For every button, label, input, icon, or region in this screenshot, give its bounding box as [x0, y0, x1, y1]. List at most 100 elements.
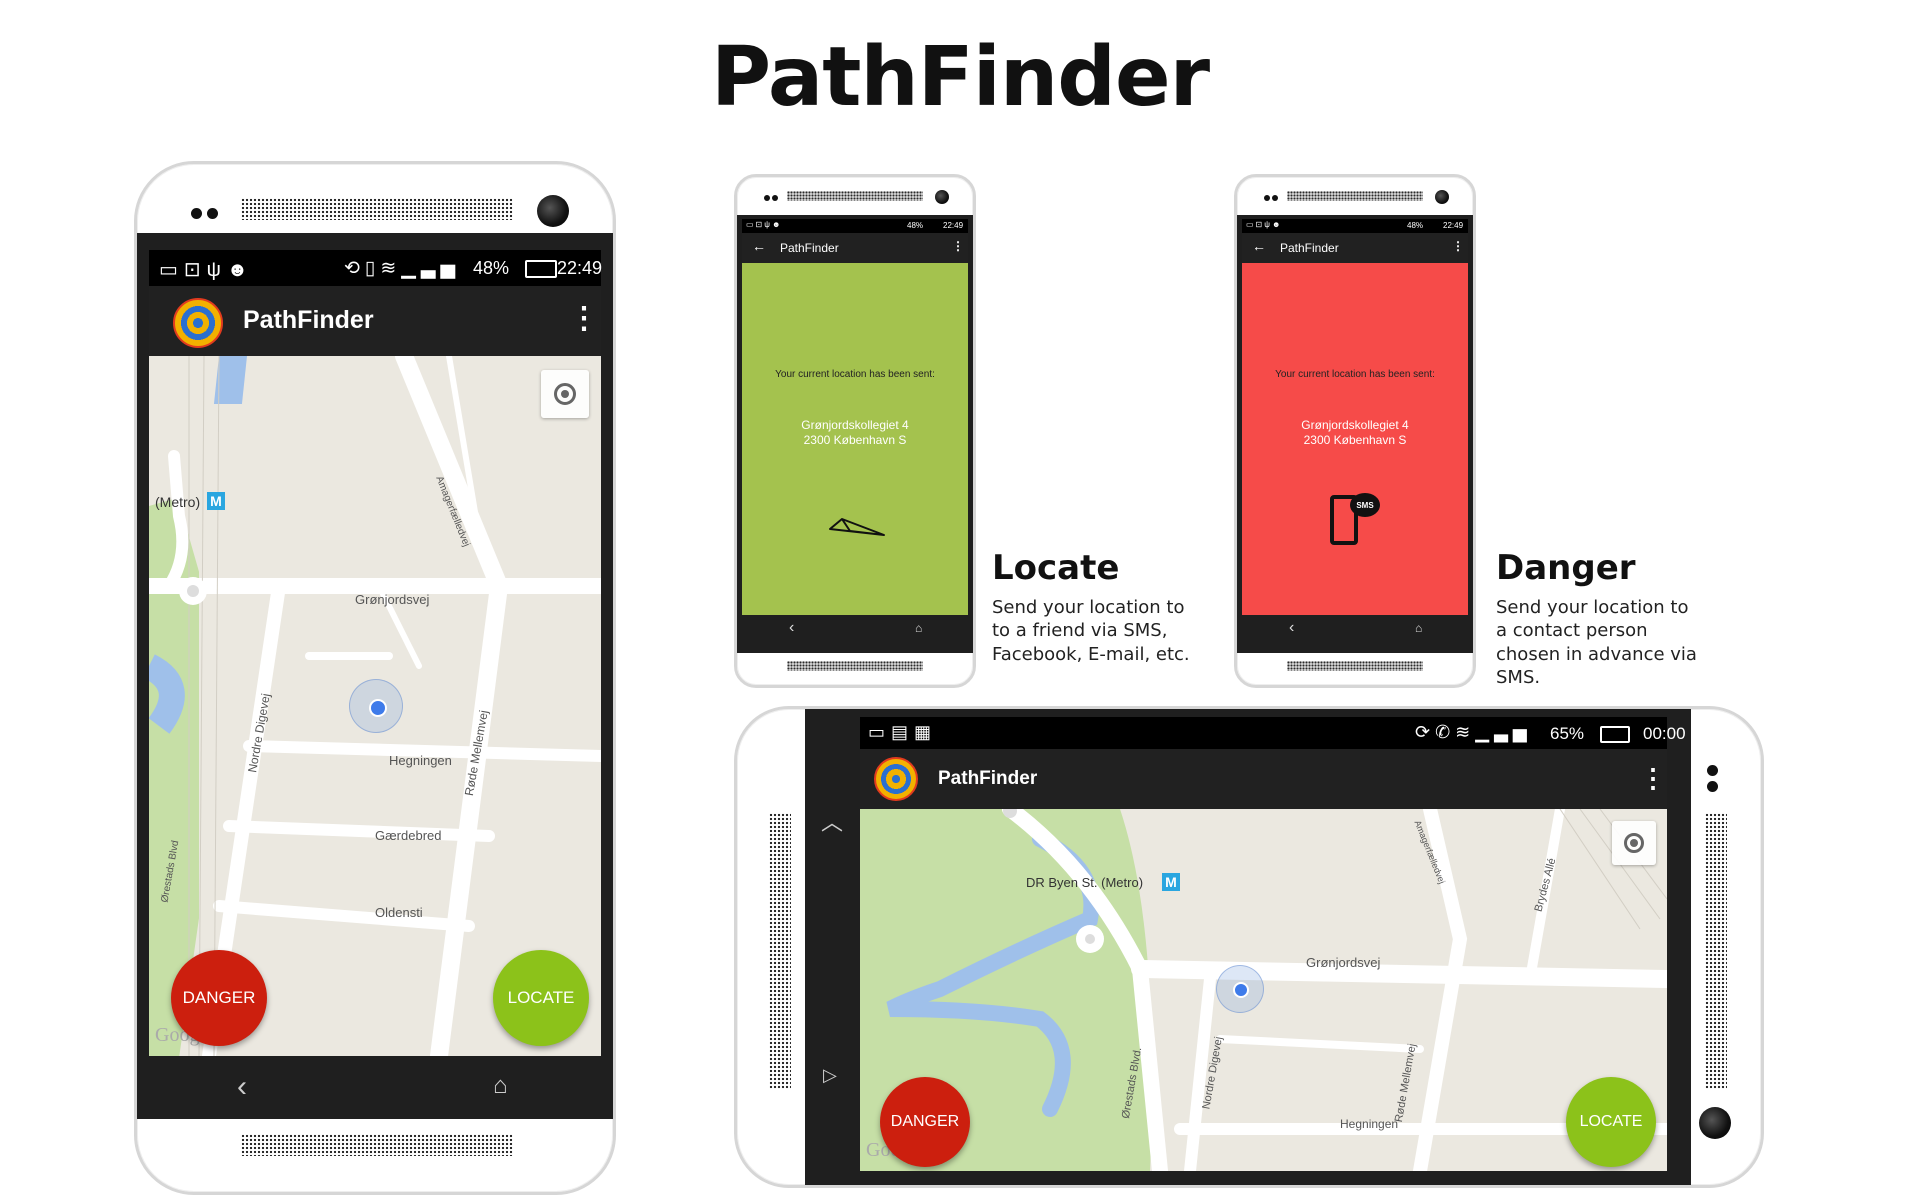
nav-bar: ‹ ⌂: [737, 615, 973, 645]
back-arrow-icon[interactable]: ←: [752, 238, 766, 254]
status-icons-left: ▭⊡ψ☻: [746, 220, 783, 229]
nav-bar: ‹ ⌂: [1237, 615, 1473, 645]
right-speaker-grille: [1705, 813, 1727, 1089]
battery-icon: [1600, 726, 1630, 743]
sensor-dots: [191, 208, 202, 219]
battery-percent: 65%: [1550, 724, 1585, 743]
danger-desc-line: SMS.: [1496, 667, 1541, 689]
current-location-marker: [1216, 965, 1264, 1013]
locate-button[interactable]: LOCATE: [1566, 1077, 1656, 1167]
map-label-hegningen: Hegningen: [1340, 1117, 1399, 1131]
status-icons-left: ▭⊡ψ☻: [1246, 220, 1283, 229]
map-label-gaerdebred: Gærdebred: [375, 828, 442, 843]
front-camera: [1699, 1107, 1731, 1139]
address-line-1: Grønjordskollegiet 4: [801, 418, 909, 432]
locate-description: Send your location to to a friend via SM…: [992, 596, 1190, 666]
app-bar: PathFinder ⋮: [860, 749, 1667, 809]
nav-tag-icon[interactable]: ▷: [823, 1065, 837, 1086]
status-icons-right: ⟳✆≋▁▃▅: [1415, 722, 1532, 742]
status-icons-right: ⟲▯≋▁▃▅: [344, 258, 461, 279]
sensor-dot: [772, 195, 778, 201]
back-icon[interactable]: ‹: [789, 619, 794, 637]
danger-screen: ▭⊡ψ☻ 48% 22:49 ← PathFinder ⋮ Your curre…: [1237, 215, 1473, 653]
status-time: 22:49: [557, 258, 603, 278]
current-location-marker: [349, 679, 403, 733]
my-location-button[interactable]: [1612, 821, 1656, 865]
overflow-menu-icon[interactable]: ⋮: [1452, 239, 1464, 253]
overflow-menu-icon[interactable]: ⋮: [1640, 763, 1666, 794]
app-title: PathFinder: [780, 241, 839, 255]
status-icons-left: ▭⊡ψ☻: [159, 259, 254, 281]
locate-content: Your current location has been sent: Grø…: [742, 263, 968, 615]
status-icons-left: ▭▤▦: [868, 722, 938, 742]
app-title: PathFinder: [1280, 241, 1339, 255]
locate-desc-line: Send your location to: [992, 597, 1185, 618]
bottom-speaker-grille: [1287, 661, 1423, 671]
battery-icon: [525, 260, 557, 278]
locate-title: Locate: [992, 548, 1120, 588]
home-icon[interactable]: ⌂: [493, 1072, 508, 1100]
sensor-dot: [1264, 195, 1270, 201]
danger-title: Danger: [1496, 548, 1636, 588]
address-line-1: Grønjordskollegiet 4: [1301, 418, 1409, 432]
address-line-2: 2300 København S: [1303, 433, 1407, 447]
map-label-gronjordsvej: Grønjordsvej: [355, 592, 430, 607]
danger-desc-line: Send your location to: [1496, 597, 1689, 618]
bottom-speaker-grille: [241, 1134, 513, 1156]
danger-content: Your current location has been sent: Grø…: [1242, 263, 1468, 615]
app-title: PathFinder: [243, 306, 374, 334]
app-bar: ← PathFinder ⋮: [1242, 233, 1468, 263]
metro-badge: M: [1162, 873, 1180, 891]
left-speaker-grille: [769, 813, 791, 1089]
app-bar: ← PathFinder ⋮: [742, 233, 968, 263]
status-bar: ▭▤▦ ⟳✆≋▁▃▅ 65% 00:00: [860, 717, 1686, 749]
home-icon[interactable]: ⌂: [1415, 621, 1422, 635]
sms-badge-label: SMS: [1356, 500, 1374, 510]
overflow-menu-icon[interactable]: ⋮: [569, 304, 599, 334]
status-time: 00:00: [1643, 724, 1686, 743]
danger-button-label: DANGER: [890, 1113, 960, 1130]
battery-percent: 48%: [907, 221, 924, 230]
locate-desc-line: Facebook, E-mail, etc.: [992, 643, 1190, 665]
back-arrow-icon[interactable]: ←: [1252, 238, 1266, 254]
front-camera: [1435, 190, 1449, 204]
map-label-hegningen: Hegningen: [389, 753, 452, 768]
map-view[interactable]: DR Byen St. (Metro) M Grønjordsvej Hegni…: [860, 809, 1667, 1171]
map-label-metro: (Metro): [155, 494, 201, 510]
main-screen: ▭⊡ψ☻ ⟲▯≋▁▃▅ 48% 22:49 PathFinder ⋮ (Metr…: [137, 233, 613, 1119]
front-camera: [537, 195, 569, 227]
my-location-button[interactable]: [541, 370, 589, 418]
danger-button-label: DANGER: [182, 988, 256, 1007]
back-icon[interactable]: ‹: [1289, 619, 1294, 637]
locate-desc-line: to a friend via SMS,: [992, 620, 1168, 642]
status-bar: ▭⊡ψ☻ ⟲▯≋▁▃▅ 48% 22:49: [149, 250, 603, 286]
main-phone: ▭⊡ψ☻ ⟲▯≋▁▃▅ 48% 22:49 PathFinder ⋮ (Metr…: [134, 161, 616, 1195]
home-icon[interactable]: ⌂: [915, 621, 922, 635]
front-camera: [935, 190, 949, 204]
danger-button[interactable]: DANGER: [171, 950, 267, 1046]
sms-bubble-icon: SMS: [1350, 493, 1380, 517]
paper-plane-icon: [829, 518, 885, 536]
sent-message: Your current location has been sent:: [1275, 369, 1435, 380]
battery-percent: 48%: [1407, 221, 1424, 230]
app-logo-icon: [173, 298, 223, 348]
status-bar: ▭⊡ψ☻ 48% 22:49: [1242, 219, 1468, 233]
map-label-oldensti: Oldensti: [375, 905, 423, 920]
locate-button-label: LOCATE: [1579, 1113, 1643, 1130]
status-time: 22:49: [943, 221, 964, 230]
locate-button-label: LOCATE: [507, 988, 575, 1007]
map-view[interactable]: (Metro) M Grønjordsvej Hegningen Gærdebr…: [149, 356, 601, 1056]
nav-up-icon[interactable]: ︿: [821, 805, 843, 837]
locate-button[interactable]: LOCATE: [493, 950, 589, 1046]
back-icon[interactable]: ‹: [237, 1070, 247, 1104]
crosshair-icon: [1624, 833, 1644, 853]
overflow-menu-icon[interactable]: ⋮: [952, 239, 964, 253]
locate-screen: ▭⊡ψ☻ 48% 22:49 ← PathFinder ⋮ Your curre…: [737, 215, 973, 653]
sent-message: Your current location has been sent:: [775, 369, 935, 380]
app-title: PathFinder: [938, 768, 1038, 789]
map-label-metro: DR Byen St. (Metro): [1026, 875, 1144, 890]
sensor-dot: [1272, 195, 1278, 201]
metro-badge: M: [207, 492, 225, 510]
danger-button[interactable]: DANGER: [880, 1077, 970, 1167]
status-bar: ▭⊡ψ☻ 48% 22:49: [742, 219, 968, 233]
